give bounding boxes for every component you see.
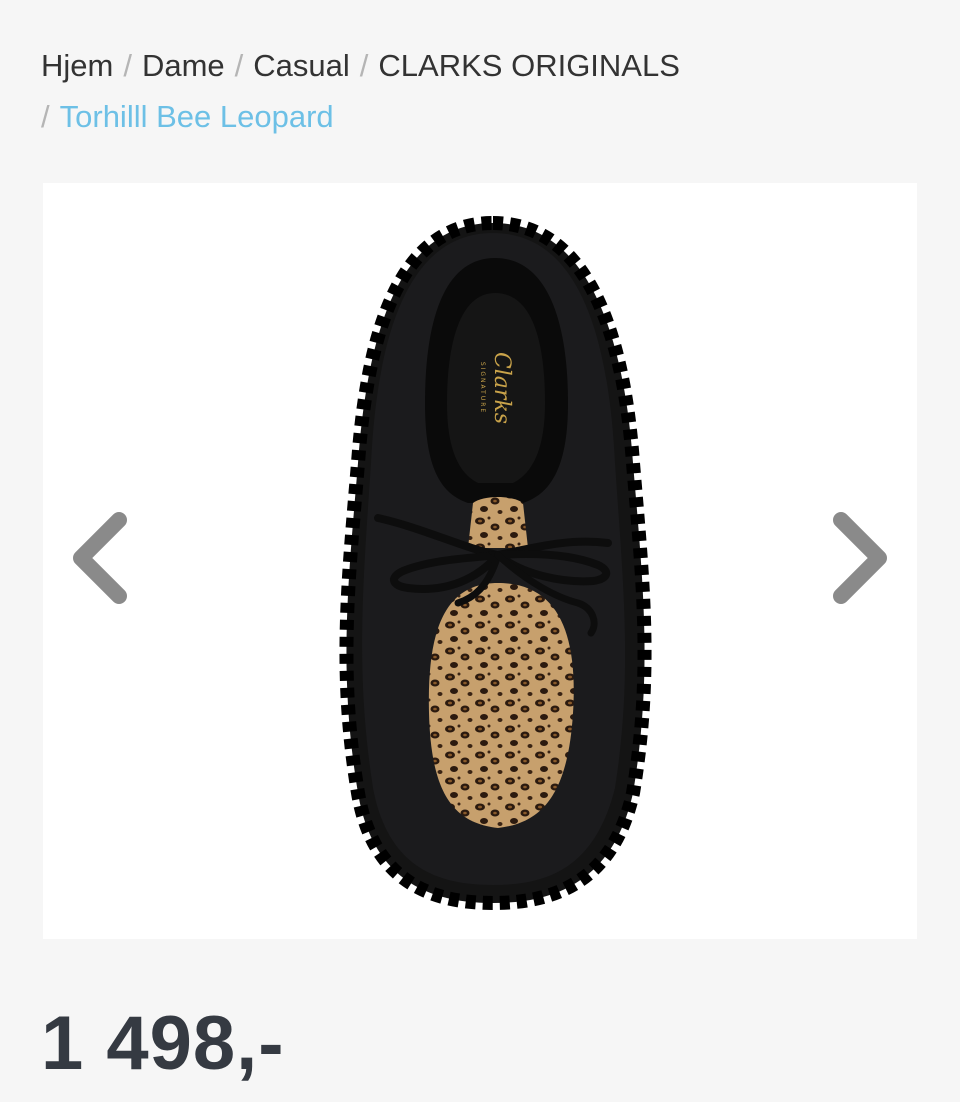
breadcrumb-separator: / (123, 48, 132, 83)
breadcrumb-item-dame[interactable]: Dame (142, 48, 225, 83)
product-price: 1 498,- (41, 1001, 285, 1086)
breadcrumb-separator: / (234, 48, 244, 83)
product-image[interactable]: Clarks SIGNATURE (323, 203, 663, 913)
gallery-next-button[interactable] (825, 508, 895, 608)
breadcrumb-current[interactable]: Torhilll Bee Leopard (60, 99, 334, 134)
gallery-prev-button[interactable] (65, 508, 135, 608)
brand-logo: Clarks (489, 352, 514, 424)
chevron-left-icon (73, 512, 127, 604)
breadcrumb-item-casual[interactable]: Casual (253, 48, 350, 83)
breadcrumb-separator: / (41, 99, 50, 134)
chevron-right-icon (833, 512, 887, 604)
breadcrumb-item-hjem[interactable]: Hjem (41, 48, 113, 83)
breadcrumb-item-clarks-originals[interactable]: CLARKS ORIGINALS (378, 48, 679, 83)
breadcrumb-separator: / (359, 48, 369, 83)
brand-sublogo: SIGNATURE (479, 362, 486, 414)
breadcrumb: Hjem / Dame / Casual / CLARKS ORIGINALS / Torhi… (41, 40, 921, 142)
product-image-gallery: Clarks SIGNATURE (43, 183, 917, 939)
